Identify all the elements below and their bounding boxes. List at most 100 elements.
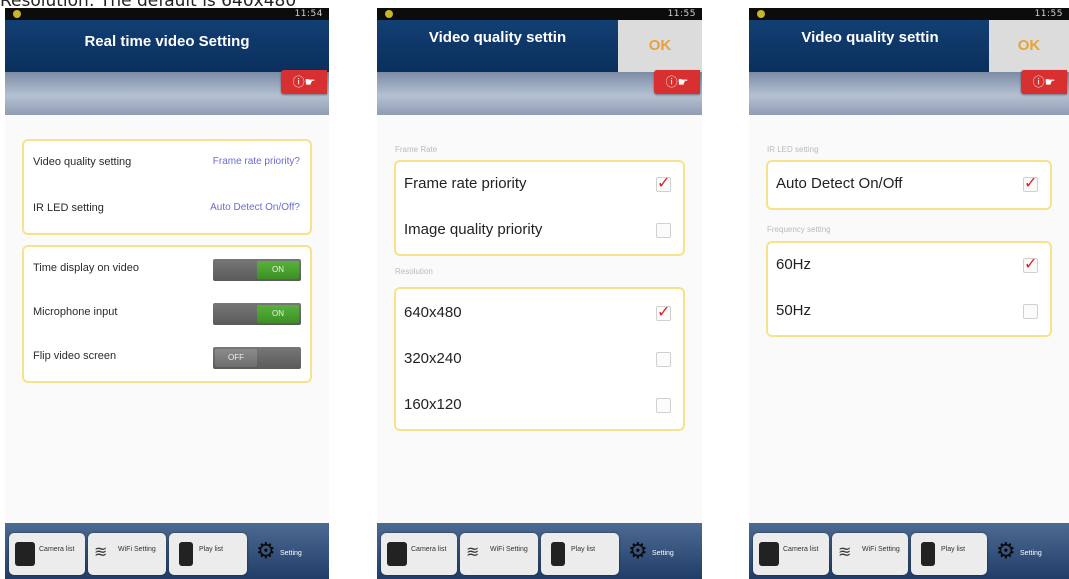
option-160x120[interactable]: 160x120	[396, 383, 683, 429]
checkbox-unchecked[interactable]	[1023, 304, 1038, 319]
camera-icon	[15, 542, 35, 566]
status-bar: 11:54	[5, 8, 329, 20]
checkbox-unchecked[interactable]	[656, 223, 671, 238]
video-quality-setting-row[interactable]: Video quality setting Frame rate priorit…	[24, 141, 310, 187]
help-button[interactable]: ⓘ☛	[1021, 70, 1067, 94]
ok-button[interactable]: OK	[618, 20, 702, 72]
tab-wifi-setting[interactable]: ≋ WiFi Setting	[832, 533, 908, 575]
bottom-tab-bar: Camera list ≋ WiFi Setting Play list ⚙ S…	[5, 523, 329, 579]
checkbox-unchecked[interactable]	[656, 398, 671, 413]
status-bar: 11:55	[749, 8, 1069, 20]
app-notification-icon	[385, 10, 393, 18]
title-bar: Video quality settin OK	[377, 20, 702, 72]
tab-label: Play list	[199, 546, 224, 553]
help-button[interactable]: ⓘ☛	[281, 70, 327, 94]
section-label-ir-led: IR LED setting	[767, 145, 819, 154]
option-640x480[interactable]: 640x480	[396, 291, 683, 337]
option-frame-rate-priority[interactable]: Frame rate priority	[396, 162, 683, 208]
status-clock: 11:55	[667, 9, 696, 19]
phone-screen-realtime-video-setting: 11:54 Real time video Setting ⓘ☛ Video q…	[5, 8, 329, 579]
tab-play-list[interactable]: Play list	[169, 533, 247, 575]
option-label: Frame rate priority	[404, 175, 527, 192]
sub-header-bar: ⓘ☛	[5, 70, 329, 115]
row-label: Flip video screen	[33, 350, 117, 362]
option-image-quality-priority[interactable]: Image quality priority	[396, 208, 683, 254]
option-320x240[interactable]: 320x240	[396, 337, 683, 383]
row-value[interactable]: Frame rate priority?	[213, 156, 300, 167]
tab-label: Play list	[941, 546, 966, 553]
section-label-resolution: Resolution	[395, 267, 433, 276]
phone-screen-ir-led-setting: 11:55 Video quality settin OK ⓘ☛ IR LED …	[749, 8, 1069, 579]
gear-icon: ⚙	[256, 538, 276, 563]
sub-header-bar: ⓘ☛	[377, 70, 702, 115]
tab-setting[interactable]: ⚙ Setting	[250, 533, 326, 575]
checkbox-unchecked[interactable]	[656, 352, 671, 367]
row-label: Video quality setting	[33, 156, 132, 168]
camera-icon	[759, 542, 779, 566]
frame-rate-group: Frame rate priority Image quality priori…	[394, 160, 685, 256]
option-60hz[interactable]: 60Hz	[768, 243, 1050, 289]
ok-button[interactable]: OK	[989, 20, 1069, 72]
option-label: 160x120	[404, 396, 462, 413]
tab-label: Play list	[571, 546, 596, 553]
camera-icon	[387, 542, 407, 566]
row-label: Time display on video	[33, 262, 139, 274]
time-display-toggle[interactable]: ON	[213, 259, 301, 281]
tab-wifi-setting[interactable]: ≋ WiFi Setting	[88, 533, 166, 575]
tab-setting[interactable]: ⚙ Setting	[622, 533, 698, 575]
tab-label: Setting	[1020, 550, 1042, 557]
option-label: 320x240	[404, 350, 462, 367]
tab-setting[interactable]: ⚙ Setting	[990, 533, 1066, 575]
option-label: 60Hz	[776, 256, 812, 273]
option-auto-detect[interactable]: Auto Detect On/Off	[768, 162, 1050, 208]
tab-label: WiFi Setting	[862, 546, 900, 553]
resolution-group: 640x480 320x240 160x120	[394, 287, 685, 431]
app-notification-icon	[13, 10, 21, 18]
section-label-frame-rate: Frame Rate	[395, 145, 438, 154]
toggle-knob: ON	[257, 305, 299, 323]
wifi-icon: ≋	[838, 544, 852, 561]
tab-wifi-setting[interactable]: ≋ WiFi Setting	[460, 533, 538, 575]
tab-play-list[interactable]: Play list	[911, 533, 987, 575]
bottom-tab-bar: Camera list ≋ WiFi Setting Play list ⚙ S…	[377, 523, 702, 579]
checkbox-checked[interactable]	[1023, 254, 1038, 273]
option-label: Auto Detect On/Off	[776, 175, 903, 192]
toggle-knob: ON	[257, 261, 299, 279]
help-button[interactable]: ⓘ☛	[654, 70, 700, 94]
phone-screen-video-quality-setting: 11:55 Video quality settin OK ⓘ☛ Frame R…	[377, 8, 702, 579]
tab-label: Setting	[280, 550, 302, 557]
microphone-input-toggle[interactable]: ON	[213, 303, 301, 325]
checkbox-checked[interactable]	[656, 173, 671, 192]
option-label: Image quality priority	[404, 221, 543, 238]
flip-video-row: Flip video screen OFF	[24, 335, 310, 381]
status-clock: 11:54	[294, 9, 323, 19]
tab-camera-list[interactable]: Camera list	[753, 533, 829, 575]
tab-label: Camera list	[411, 546, 447, 553]
tab-camera-list[interactable]: Camera list	[9, 533, 85, 575]
wifi-icon: ≋	[466, 544, 480, 561]
tab-label: WiFi Setting	[490, 546, 528, 553]
tab-camera-list[interactable]: Camera list	[381, 533, 457, 575]
ir-led-setting-row[interactable]: IR LED setting Auto Detect On/Off?	[24, 187, 310, 233]
page-title: Video quality settin	[428, 29, 567, 46]
ir-led-group: Auto Detect On/Off	[766, 160, 1052, 210]
settings-content: IR LED setting Auto Detect On/Off Freque…	[749, 115, 1069, 523]
bottom-tab-bar: Camera list ≋ WiFi Setting Play list ⚙ S…	[749, 523, 1069, 579]
checkbox-checked[interactable]	[1023, 173, 1038, 192]
row-value[interactable]: Auto Detect On/Off?	[210, 202, 300, 213]
wifi-icon: ≋	[94, 544, 108, 561]
help-hand-icon: ⓘ☛	[292, 75, 316, 89]
tab-label: Setting	[652, 550, 674, 557]
status-clock: 11:55	[1034, 9, 1063, 19]
time-display-row: Time display on video ON	[24, 247, 310, 293]
settings-content: Video quality setting Frame rate priorit…	[5, 115, 329, 523]
help-hand-icon: ⓘ☛	[665, 75, 689, 89]
flip-video-toggle[interactable]: OFF	[213, 347, 301, 369]
title-bar: Video quality settin OK	[749, 20, 1069, 72]
tab-play-list[interactable]: Play list	[541, 533, 619, 575]
page-title: Video quality settin	[801, 29, 939, 46]
tab-label: Camera list	[39, 546, 75, 553]
checkbox-checked[interactable]	[656, 302, 671, 321]
option-50hz[interactable]: 50Hz	[768, 289, 1050, 335]
option-label: 640x480	[404, 304, 462, 321]
